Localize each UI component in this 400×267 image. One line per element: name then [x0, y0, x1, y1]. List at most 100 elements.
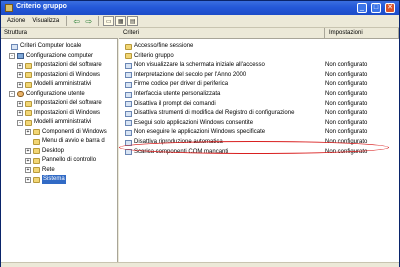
policy-row[interactable]: Firme codice per driver di periferica Non…: [119, 80, 399, 89]
policy-setting-icon: [125, 101, 132, 108]
tree-node-label: Impostazioni del software: [34, 100, 102, 106]
tree-node-label: Impostazioni del software: [34, 62, 102, 68]
menu-azione[interactable]: Azione: [4, 18, 28, 24]
tree-node-label: Pannello di controllo: [42, 157, 97, 163]
menu-visualizza[interactable]: Visualizza: [29, 18, 62, 24]
policy-icon: [11, 43, 18, 50]
tree-node[interactable]: - Configurazione utente: [9, 90, 85, 99]
policy-row[interactable]: Non visualizzare la schermata iniziale a…: [119, 61, 399, 70]
folder-icon: [33, 148, 40, 154]
policy-name: Non eseguire le applicazioni Windows spe…: [134, 129, 266, 136]
expand-icon[interactable]: +: [17, 62, 23, 69]
tree-node[interactable]: Criteri Computer locale: [3, 42, 81, 51]
collapse-icon[interactable]: -: [9, 53, 15, 59]
policy-setting-icon: [125, 91, 132, 98]
policy-state: Non configurato: [325, 100, 368, 107]
expand-icon[interactable]: +: [17, 72, 23, 78]
tree-node[interactable]: + Modelli amministrativi: [17, 80, 91, 89]
tree-node[interactable]: + Impostazioni di Windows: [17, 71, 100, 80]
user-icon: [17, 91, 24, 97]
tree-tab-label[interactable]: Struttura: [1, 28, 118, 39]
folder-icon: [25, 62, 32, 69]
tree-node[interactable]: + Sistema: [25, 175, 66, 184]
policy-setting-icon: [125, 72, 132, 79]
policy-name: Interfaccia utente personalizzata: [134, 91, 221, 97]
tree-node-label: Configurazione computer: [26, 52, 94, 59]
expand-icon[interactable]: +: [25, 157, 31, 164]
minimize-button[interactable]: _: [357, 3, 367, 13]
policy-row[interactable]: Accesso/fine sessione: [119, 42, 399, 51]
collapse-icon[interactable]: -: [9, 91, 15, 97]
tree-node[interactable]: + Impostazioni del software: [17, 99, 102, 108]
tree-node[interactable]: + Componenti di Windows: [25, 128, 107, 137]
folder-icon: [25, 110, 32, 116]
policy-name: Disattiva strumenti di modifica del Regi…: [134, 110, 295, 117]
policy-row[interactable]: Criterio gruppo: [119, 52, 399, 61]
tree-node-label: Impostazioni di Windows: [34, 109, 101, 116]
tree-node[interactable]: - Configurazione computer: [9, 52, 93, 61]
expand-icon[interactable]: +: [25, 176, 31, 183]
policy-setting-icon: [125, 120, 132, 127]
tree-node-label: Criteri Computer locale: [20, 43, 82, 49]
title-bar: Criterio gruppo _ □ ✕: [1, 1, 399, 15]
tree-node-label: Modelli amministrativi: [34, 119, 92, 125]
folder-icon: [33, 129, 40, 135]
close-button[interactable]: ✕: [385, 3, 395, 13]
tree-node[interactable]: Menu di avvio e barra d: [25, 137, 105, 146]
column-header-criteri[interactable]: Criteri: [119, 28, 325, 39]
policy-row[interactable]: Non eseguire le applicazioni Windows spe…: [119, 128, 399, 137]
window-title: Criterio gruppo: [16, 3, 67, 10]
forward-arrow-icon[interactable]: ⇨: [83, 16, 94, 26]
tree-node[interactable]: + Impostazioni di Windows: [17, 109, 100, 118]
folder-icon: [33, 176, 40, 183]
expand-icon[interactable]: +: [17, 81, 23, 88]
policy-state: Non configurato: [325, 81, 368, 88]
expand-icon[interactable]: +: [25, 148, 31, 154]
tree-node[interactable]: + Desktop: [25, 147, 64, 156]
export-list-icon[interactable]: ▤: [127, 16, 139, 26]
maximize-button[interactable]: □: [371, 3, 381, 13]
folder-icon: [25, 119, 32, 126]
expand-icon[interactable]: +: [17, 110, 23, 116]
policy-row[interactable]: Esegui solo applicazioni Windows consent…: [119, 119, 399, 128]
expand-icon[interactable]: +: [25, 129, 31, 135]
policy-row[interactable]: Interpretazione del secolo per l'Anno 20…: [119, 71, 399, 80]
collapse-icon[interactable]: -: [17, 119, 23, 126]
policy-state: Non configurato: [325, 62, 368, 69]
tree-node-label: Menu di avvio e barra d: [42, 138, 105, 144]
group-policy-icon: [5, 4, 13, 12]
highlight-ellipse: [119, 141, 389, 154]
tree-pane: Struttura Criteri Computer locale - Config…: [1, 28, 118, 262]
policy-state: Non configurato: [325, 91, 368, 97]
show-hide-tree-icon[interactable]: ▦: [115, 16, 127, 26]
tree-node[interactable]: + Pannello di controllo: [25, 156, 96, 165]
policy-setting-icon: [125, 62, 132, 69]
policy-state: Non configurato: [325, 110, 368, 117]
policy-row[interactable]: Interfaccia utente personalizzata Non con…: [119, 90, 399, 99]
folder-icon: [25, 72, 32, 78]
tree-node-label: Rete: [42, 166, 55, 173]
policy-name: Esegui solo applicazioni Windows consent…: [134, 119, 254, 126]
policy-row[interactable]: Disattiva il prompt dei comandi Non confi…: [119, 100, 399, 109]
policy-setting-icon: [125, 129, 132, 136]
toolbar-separator: [98, 16, 100, 26]
folder-icon: [125, 43, 132, 50]
policy-state: Non configurato: [325, 71, 368, 78]
tree-node-label: Sistema: [42, 175, 66, 184]
folder-icon: [25, 100, 32, 107]
policy-setting-icon: [125, 110, 132, 117]
tree-node[interactable]: + Rete: [25, 166, 55, 175]
policy-name: Disattiva il prompt dei comandi: [134, 100, 216, 107]
policy-row[interactable]: Disattiva strumenti di modifica del Regi…: [119, 109, 399, 118]
expand-icon[interactable]: +: [17, 100, 23, 107]
back-arrow-icon[interactable]: ⇦: [71, 16, 82, 26]
policy-state: Non configurato: [325, 129, 368, 136]
tree-node-label: Modelli amministrativi: [34, 81, 92, 87]
tree-node[interactable]: + Impostazioni del software: [17, 61, 102, 70]
tree-node[interactable]: - Modelli amministrativi: [17, 118, 91, 127]
column-header-impostazioni[interactable]: Impostazioni: [325, 28, 399, 39]
tree-node-label: Configurazione utente: [26, 90, 85, 97]
expand-icon[interactable]: +: [25, 167, 31, 173]
policy-name: Criterio gruppo: [134, 52, 174, 59]
up-folder-icon[interactable]: ▭: [103, 16, 115, 26]
